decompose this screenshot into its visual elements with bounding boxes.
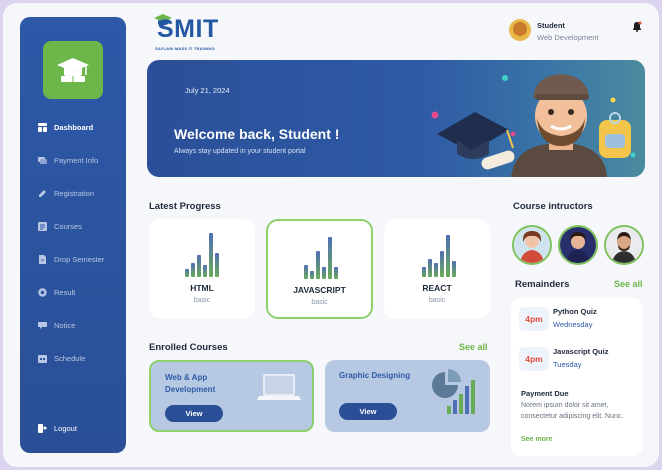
welcome-heading: Welcome back, Student !: [174, 126, 340, 142]
brand-logo[interactable]: SMIT SAYLANI MASS IT TRAINING: [151, 13, 225, 55]
analytics-chart-icon: [432, 369, 475, 414]
reminder-day: Wednesday: [553, 320, 593, 329]
payment-see-more-link[interactable]: See more: [521, 436, 553, 443]
progress-bars-icon: [384, 231, 490, 277]
progress-card-title: HTML: [190, 283, 214, 293]
progress-card-level: basic: [311, 299, 328, 306]
progress-bars-icon: [268, 233, 371, 279]
reminder-day: Tuesday: [553, 360, 582, 369]
logout-button[interactable]: Logout: [38, 420, 77, 436]
banner-date: July 21, 2024: [185, 86, 230, 95]
progress-card-react[interactable]: REACT basic: [384, 219, 490, 319]
logout-label: Logout: [54, 423, 77, 433]
sidebar-item-dashboard[interactable]: Dashboard: [38, 119, 93, 135]
progress-bars-icon: [149, 231, 255, 277]
reminder-title[interactable]: Javascript Quiz: [553, 347, 608, 356]
instructor-avatar-3[interactable]: [604, 225, 644, 265]
progress-card-level: basic: [193, 297, 211, 304]
user-profile[interactable]: Student Web Development: [509, 17, 649, 47]
result-icon: [38, 287, 47, 297]
sidebar-item-label: Drop Semester: [54, 254, 105, 264]
student-illustration-icon: [431, 74, 636, 177]
reminder-time: 4pm: [519, 347, 549, 371]
sidebar-item-result[interactable]: Result: [38, 284, 75, 300]
course-card-graphic-designing[interactable]: Graphic Designing View: [325, 360, 490, 432]
progress-card-level: basic: [428, 297, 446, 304]
payment-due-body: Norem ipsum dolor sit amet, consectetur …: [521, 402, 624, 420]
reminders-section-title: Remainders: [515, 279, 570, 290]
instructor-avatar-2[interactable]: [558, 225, 598, 265]
sidebar-item-label: Notice: [54, 320, 76, 330]
course-title: Web & App Development: [165, 373, 216, 394]
sidebar-item-label: Payment Info: [54, 155, 99, 165]
schedule-icon: [38, 354, 47, 363]
sidebar-item-registration[interactable]: Registration: [38, 185, 94, 201]
welcome-subtitle: Always stay updated in your student port…: [174, 148, 306, 155]
sidebar-item-label: Registration: [54, 188, 95, 198]
avatar[interactable]: [509, 19, 531, 41]
dashboard-icon: [38, 122, 47, 132]
laptop-icon: [257, 374, 301, 400]
courses-icon: [38, 221, 47, 231]
progress-card-title: REACT: [422, 283, 452, 293]
instructors-section-title: Course intructors: [513, 201, 593, 212]
brand-tagline: SAYLANI MASS IT TRAINING: [155, 46, 215, 51]
sidebar-item-notice[interactable]: Notice: [38, 317, 75, 333]
brand-name: SMIT: [157, 15, 219, 43]
payment-due-title: Payment Due: [521, 389, 569, 398]
course-title: Graphic Designing: [339, 371, 411, 380]
notification-bell-icon[interactable]: [631, 19, 643, 32]
reminders-see-all-link[interactable]: See all: [614, 279, 643, 289]
reminder-title[interactable]: Python Quiz: [553, 307, 597, 316]
enrolled-section-title: Enrolled Courses: [149, 342, 228, 353]
reminder-time: 4pm: [519, 307, 549, 331]
reminders-panel: 4pm Python Quiz Wednesday 4pm Javascript…: [511, 298, 643, 456]
progress-card-html[interactable]: HTML basic: [149, 219, 255, 319]
sidebar-item-label: Result: [54, 287, 76, 297]
notice-icon: [38, 321, 47, 330]
profile-name: Student: [537, 21, 565, 30]
sidebar-item-payment-info[interactable]: Payment Info: [38, 152, 98, 168]
app-frame: Dashboard Payment Info Registration Cour…: [3, 3, 659, 467]
sidebar-item-schedule[interactable]: Schedule: [38, 350, 85, 366]
sidebar-item-courses[interactable]: Courses: [38, 218, 82, 234]
graduation-cap-logo-icon: [43, 41, 103, 99]
document-icon: [38, 254, 47, 264]
view-course-button[interactable]: View: [165, 405, 223, 422]
progress-card-title: JAVASCRIPT: [293, 285, 346, 295]
course-card-web-app[interactable]: Web & App Development View: [149, 360, 314, 432]
pencil-icon: [38, 189, 47, 198]
welcome-banner: July 21, 2024 Welcome back, Student ! Al…: [147, 60, 645, 177]
sidebar: Dashboard Payment Info Registration Cour…: [20, 17, 126, 453]
sidebar-item-label: Dashboard: [54, 122, 94, 132]
sidebar-item-label: Schedule: [54, 353, 86, 363]
instructor-avatar-1[interactable]: [512, 225, 552, 265]
sidebar-item-label: Courses: [54, 221, 82, 231]
progress-card-javascript[interactable]: JAVASCRIPT basic: [266, 219, 373, 319]
sidebar-item-drop-semester[interactable]: Drop Semester: [38, 251, 104, 267]
logout-icon: [38, 423, 47, 433]
progress-section-title: Latest Progress: [149, 201, 221, 212]
payment-icon: [38, 156, 47, 165]
profile-role: Web Development: [537, 33, 599, 42]
enrolled-see-all-link[interactable]: See all: [459, 342, 488, 352]
view-course-button[interactable]: View: [339, 403, 397, 420]
